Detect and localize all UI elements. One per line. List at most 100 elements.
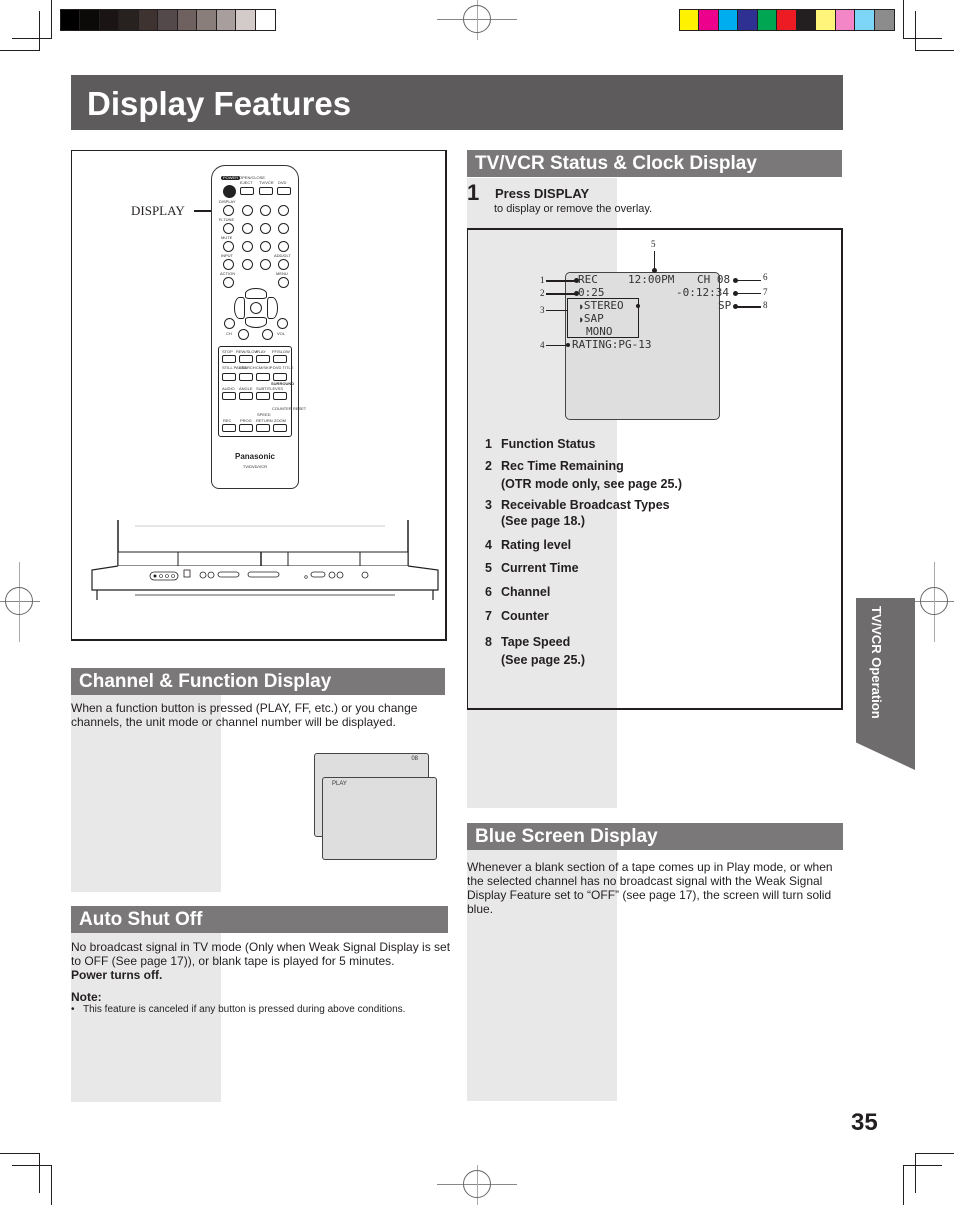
rtune-label: R-TUNE [219, 217, 235, 222]
gray-swatch [236, 10, 256, 30]
action-button[interactable] [223, 277, 234, 288]
menu-label: MENU [276, 271, 288, 276]
key-100[interactable] [242, 259, 253, 270]
add-dlt-label: ADD/DLT [274, 253, 291, 258]
color-swatch [680, 10, 700, 30]
power-button[interactable] [223, 185, 236, 198]
blue-screen-body: Whenever a blank section of a tape comes… [467, 860, 833, 916]
legend-item: 7 Counter [485, 609, 549, 623]
ch-up-button[interactable] [224, 318, 235, 329]
key-3[interactable] [278, 205, 289, 216]
callout-3: 3 [540, 305, 545, 315]
rew-button[interactable] [239, 355, 253, 363]
dpad-up-button[interactable] [245, 288, 267, 299]
vss-button[interactable] [273, 392, 287, 400]
osd-channel: CH 08 [697, 273, 731, 286]
angle-button[interactable] [239, 392, 253, 400]
note-text: This feature is canceled if any button i… [83, 1004, 406, 1015]
add-dlt-button[interactable] [278, 259, 289, 270]
display-button[interactable] [223, 205, 234, 216]
dvd-label: DVD [278, 180, 287, 185]
search-label: SEARCH [239, 365, 256, 370]
section-side-tab-label: TV/VCR Operation [869, 606, 884, 719]
tv-vcr-label: TV/VCR [259, 180, 274, 185]
callout-4: 4 [540, 340, 545, 350]
ff-label: FF/SLOW [272, 349, 290, 354]
ff-button[interactable] [273, 355, 287, 363]
input-button[interactable] [223, 259, 234, 270]
vol-down-button[interactable] [262, 329, 273, 340]
mute-button[interactable] [223, 241, 234, 252]
color-swatch [874, 10, 894, 30]
auto-shut-off-result: Power turns off. [71, 968, 163, 982]
dpad-left-button[interactable] [234, 297, 245, 319]
callout-7: 7 [763, 287, 768, 297]
dvd-button[interactable] [277, 187, 291, 195]
osd-current-time: 12:00PM [628, 273, 675, 286]
osd-counter: -0:12:34 [676, 286, 729, 299]
remote-brand-logo: Panasonic [234, 452, 275, 461]
key-2[interactable] [260, 205, 271, 216]
prog-label: PROG [240, 418, 252, 423]
channel-number-text: 08 [411, 756, 418, 762]
leader-dot-3-stereo [636, 304, 640, 308]
ch-down-button[interactable] [238, 329, 249, 340]
dpad-down-button[interactable] [245, 317, 267, 328]
dvd-title-button[interactable] [273, 373, 287, 381]
legend-item: 3 Receivable Broadcast Types (See page 18.… [485, 498, 670, 528]
prog-button[interactable] [239, 424, 253, 432]
rec-button[interactable] [222, 424, 236, 432]
vol-up-button[interactable] [277, 318, 288, 329]
gray-swatch [80, 10, 100, 30]
key-1[interactable] [242, 205, 253, 216]
ch-label: CH [226, 331, 232, 336]
bullet-icon: • [71, 1004, 75, 1015]
osd-broadcast-stereo: ◗STEREO [579, 299, 624, 312]
audio-button[interactable] [222, 392, 236, 400]
color-swatch [718, 10, 739, 30]
dpad-right-button[interactable] [267, 297, 278, 319]
zoom-button[interactable] [273, 424, 287, 432]
eject-button[interactable] [240, 187, 254, 195]
play-button[interactable] [256, 355, 270, 363]
enter-button[interactable] [250, 302, 262, 314]
return-label: RETURN [256, 418, 273, 423]
rtune-button[interactable] [223, 223, 234, 234]
transport-panel: STOP REW/SLOW PLAY FF/SLOW STILL PAUSE S… [218, 346, 306, 437]
remote-control: POWER OPEN/CLOSE EJECT TV/VCR DVD DISPLA… [211, 165, 306, 489]
angle-label: ANGLE [239, 386, 253, 391]
display-key-label: DISPLAY [219, 199, 236, 204]
key-9[interactable] [278, 241, 289, 252]
callout-8: 8 [763, 300, 768, 310]
still-pause-button[interactable] [222, 373, 236, 381]
channel-function-heading: Channel & Function Display [71, 668, 445, 695]
tv-vcr-button[interactable] [259, 187, 273, 195]
mute-label: MUTE [221, 235, 233, 240]
legend-item: 4 Rating level [485, 538, 572, 552]
status-clock-heading: TV/VCR Status & Clock Display [467, 150, 842, 177]
stop-label: STOP [222, 349, 233, 354]
zoom-label: ZOOM [274, 418, 286, 423]
page-title: Display Features [71, 75, 843, 130]
key-4[interactable] [242, 223, 253, 234]
color-swatch [699, 10, 719, 30]
stop-button[interactable] [222, 355, 236, 363]
menu-button[interactable] [278, 277, 289, 288]
subtitle-button[interactable] [256, 392, 270, 400]
power-label: POWER [221, 175, 241, 180]
search-button[interactable] [239, 373, 253, 381]
leader-line-1 [546, 280, 576, 282]
key-7[interactable] [242, 241, 253, 252]
gray-swatch [177, 10, 198, 30]
legend-item: 6 Channel [485, 585, 551, 599]
key-6[interactable] [278, 223, 289, 234]
grayscale-calibration-bar [60, 9, 276, 31]
key-0[interactable] [260, 259, 271, 270]
callout-5: 5 [651, 239, 656, 249]
key-8[interactable] [260, 241, 271, 252]
color-swatch [777, 10, 797, 30]
leader-line-7 [737, 293, 761, 294]
return-button[interactable] [256, 424, 270, 432]
cm-skip-button[interactable] [256, 373, 270, 381]
key-5[interactable] [260, 223, 271, 234]
